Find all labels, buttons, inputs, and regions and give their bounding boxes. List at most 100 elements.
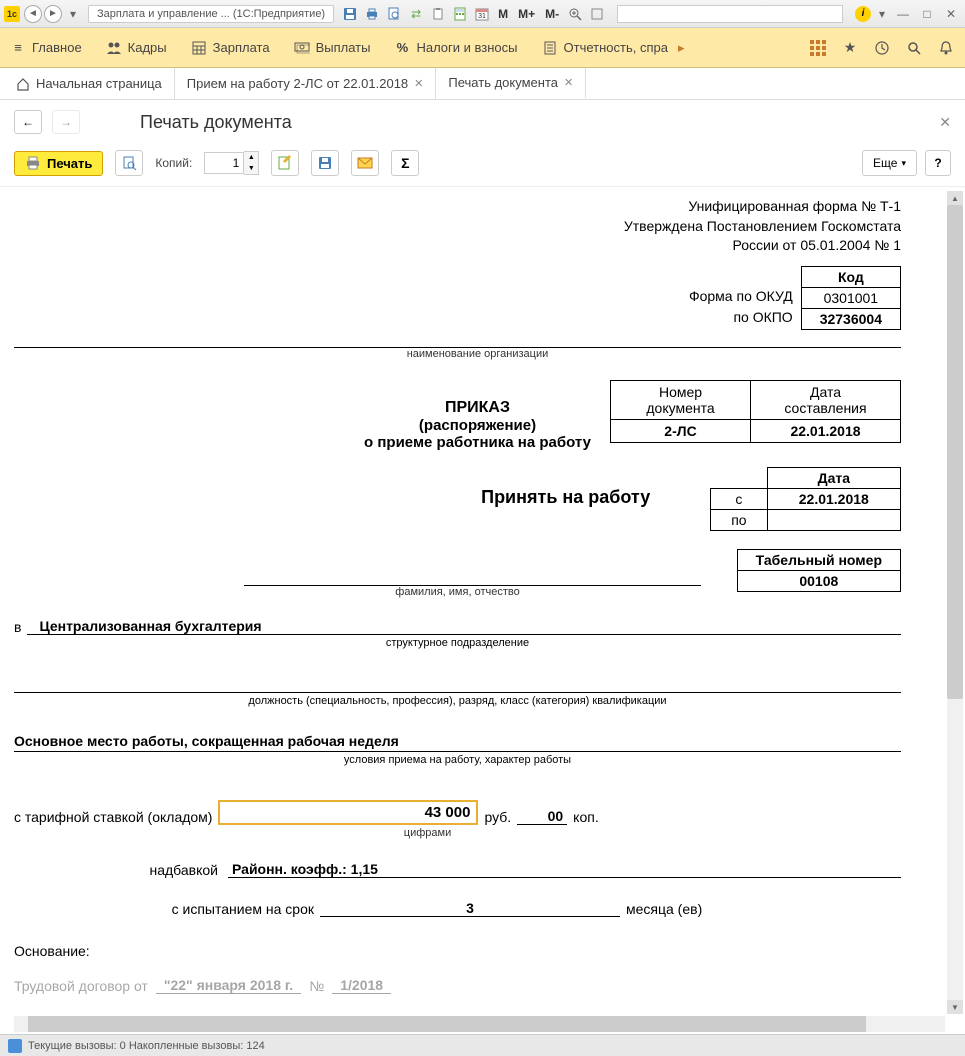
compare-icon[interactable]: ⇄	[408, 6, 424, 22]
memory-m-button[interactable]: M	[496, 7, 510, 21]
code-labels: Форма по ОКУД по ОКПО	[689, 266, 801, 330]
memory-mminus-button[interactable]: M-	[543, 7, 561, 21]
salary-hint: цифрами	[294, 827, 561, 839]
allowance-value: Районн. коэфф.: 1,15	[228, 861, 901, 878]
spinner-down[interactable]: ▼	[244, 163, 258, 174]
copies-input-group: ▲ ▼	[204, 151, 259, 175]
close-button[interactable]: ✕	[941, 6, 961, 22]
contract-num: 1/2018	[332, 977, 391, 994]
scroll-down-arrow[interactable]: ▼	[947, 1000, 963, 1014]
okud-value: 0301001	[801, 287, 900, 308]
copies-input[interactable]	[204, 152, 244, 174]
minimize-button[interactable]: —	[893, 6, 913, 22]
search-icon[interactable]	[905, 39, 923, 57]
hscroll-thumb[interactable]	[28, 1016, 866, 1032]
edit-button[interactable]	[271, 150, 299, 176]
toolbar-label: Кадры	[128, 40, 167, 55]
toolbar-hr[interactable]: Кадры	[106, 40, 167, 56]
vertical-scrollbar[interactable]: ▲ ▼	[947, 191, 963, 1014]
toolbar-label: Отчетность, спра	[564, 40, 668, 55]
page-close-button[interactable]: ✕	[939, 114, 951, 131]
nav-back-button[interactable]: ◄	[24, 5, 42, 23]
more-label: Еще	[873, 156, 897, 170]
bell-icon[interactable]	[937, 39, 955, 57]
dept-row: в Централизованная бухгалтерия	[14, 618, 901, 635]
search-input[interactable]	[617, 5, 843, 23]
form-approved: Утверждена Постановлением Госкомстата	[14, 217, 901, 237]
preview-button[interactable]	[115, 150, 143, 176]
position-row	[14, 675, 901, 693]
maximize-button[interactable]: □	[917, 6, 937, 22]
print-icon[interactable]	[364, 6, 380, 22]
tab-close-icon[interactable]: ✕	[564, 76, 573, 89]
more-button[interactable]: Еще ▾	[862, 150, 917, 176]
salary-row: с тарифной ставкой (окладом) 43 000 руб.…	[14, 800, 901, 825]
titlebar-search	[617, 5, 843, 23]
fio-line	[244, 566, 701, 586]
preview-icon[interactable]	[386, 6, 402, 22]
tab-hire-doc[interactable]: Прием на работу 2-ЛС от 22.01.2018 ✕	[175, 68, 437, 99]
probation-unit: месяца (ев)	[626, 901, 702, 917]
tab-label: Печать документа	[448, 75, 558, 90]
toolbar-reports[interactable]: Отчетность, спра ▸	[542, 40, 685, 56]
fio-row	[14, 566, 761, 586]
star-icon[interactable]: ★	[841, 39, 859, 57]
document-viewport[interactable]: Унифицированная форма № Т-1 Утверждена П…	[0, 187, 965, 1034]
zoom-icon[interactable]	[567, 6, 583, 22]
tab-home[interactable]: Начальная страница	[4, 68, 175, 99]
salary-rub: руб.	[484, 809, 511, 825]
codes-table: Код 0301001 32736004	[801, 266, 901, 330]
horizontal-scrollbar[interactable]	[14, 1016, 945, 1032]
svg-text:31: 31	[478, 13, 486, 20]
save-button[interactable]	[311, 150, 339, 176]
menu-icon: ≡	[10, 40, 26, 56]
spinner-up[interactable]: ▲	[244, 152, 258, 163]
scroll-thumb[interactable]	[947, 205, 963, 699]
email-button[interactable]	[351, 150, 379, 176]
page-back-button[interactable]: ←	[14, 110, 42, 134]
apps-icon[interactable]	[809, 39, 827, 57]
title-bar: 1c ◄ ► ▾ Зарплата и управление ... (1С:П…	[0, 0, 965, 28]
form-header: Унифицированная форма № Т-1 Утверждена П…	[14, 191, 941, 266]
page-forward-button[interactable]: →	[52, 110, 80, 134]
status-text: Текущие вызовы: 0 Накопленные вызовы: 12…	[28, 1040, 265, 1052]
tab-close-icon[interactable]: ✕	[414, 77, 423, 90]
calendar-icon[interactable]: 31	[474, 6, 490, 22]
dropdown-icon: ▾	[901, 158, 906, 169]
pos-hint: должность (специальность, профессия), ра…	[14, 695, 901, 707]
date-from-label: с	[711, 488, 767, 509]
tab-label: Начальная страница	[36, 76, 162, 91]
status-icon	[8, 1039, 22, 1053]
toolbar-taxes[interactable]: % Налоги и взносы	[394, 40, 517, 56]
date-to	[767, 509, 900, 530]
calculator-icon[interactable]	[452, 6, 468, 22]
clipboard-icon[interactable]	[430, 6, 446, 22]
accept-row: Принять на работу Дата с22.01.2018 по	[14, 467, 941, 531]
history-dropdown[interactable]: ▾	[66, 7, 80, 21]
nav-forward-button[interactable]: ►	[44, 5, 62, 23]
scroll-up-arrow[interactable]: ▲	[947, 191, 963, 205]
tab-bar: Начальная страница Прием на работу 2-ЛС …	[0, 68, 965, 100]
link-icon[interactable]	[589, 6, 605, 22]
help-button[interactable]: ?	[925, 150, 951, 176]
salary-value[interactable]: 43 000	[218, 800, 478, 825]
copies-spinner: ▲ ▼	[244, 151, 259, 175]
save-icon[interactable]	[342, 6, 358, 22]
history-icon[interactable]	[873, 39, 891, 57]
info-dropdown[interactable]: ▾	[875, 7, 889, 21]
toolbar-payments[interactable]: Выплаты	[294, 40, 371, 56]
toolbar-main[interactable]: ≡ Главное	[10, 40, 82, 56]
titlebar-right: i ▾ — □ ✕	[855, 6, 961, 22]
toolbar-right-icons: ★	[809, 39, 955, 57]
main-toolbar: ≡ Главное Кадры Зарплата Выплаты % Налог…	[0, 28, 965, 68]
info-icon[interactable]: i	[855, 6, 871, 22]
memory-mplus-button[interactable]: M+	[516, 7, 537, 21]
tab-print-doc[interactable]: Печать документа ✕	[436, 68, 586, 99]
percent-icon: %	[394, 40, 410, 56]
people-icon	[106, 40, 122, 56]
dept-hint: структурное подразделение	[14, 637, 901, 649]
print-button[interactable]: Печать	[14, 151, 103, 176]
toolbar-salary[interactable]: Зарплата	[191, 40, 270, 56]
sum-button[interactable]: Σ	[391, 150, 419, 176]
contract-date: "22" января 2018 г.	[156, 977, 301, 994]
